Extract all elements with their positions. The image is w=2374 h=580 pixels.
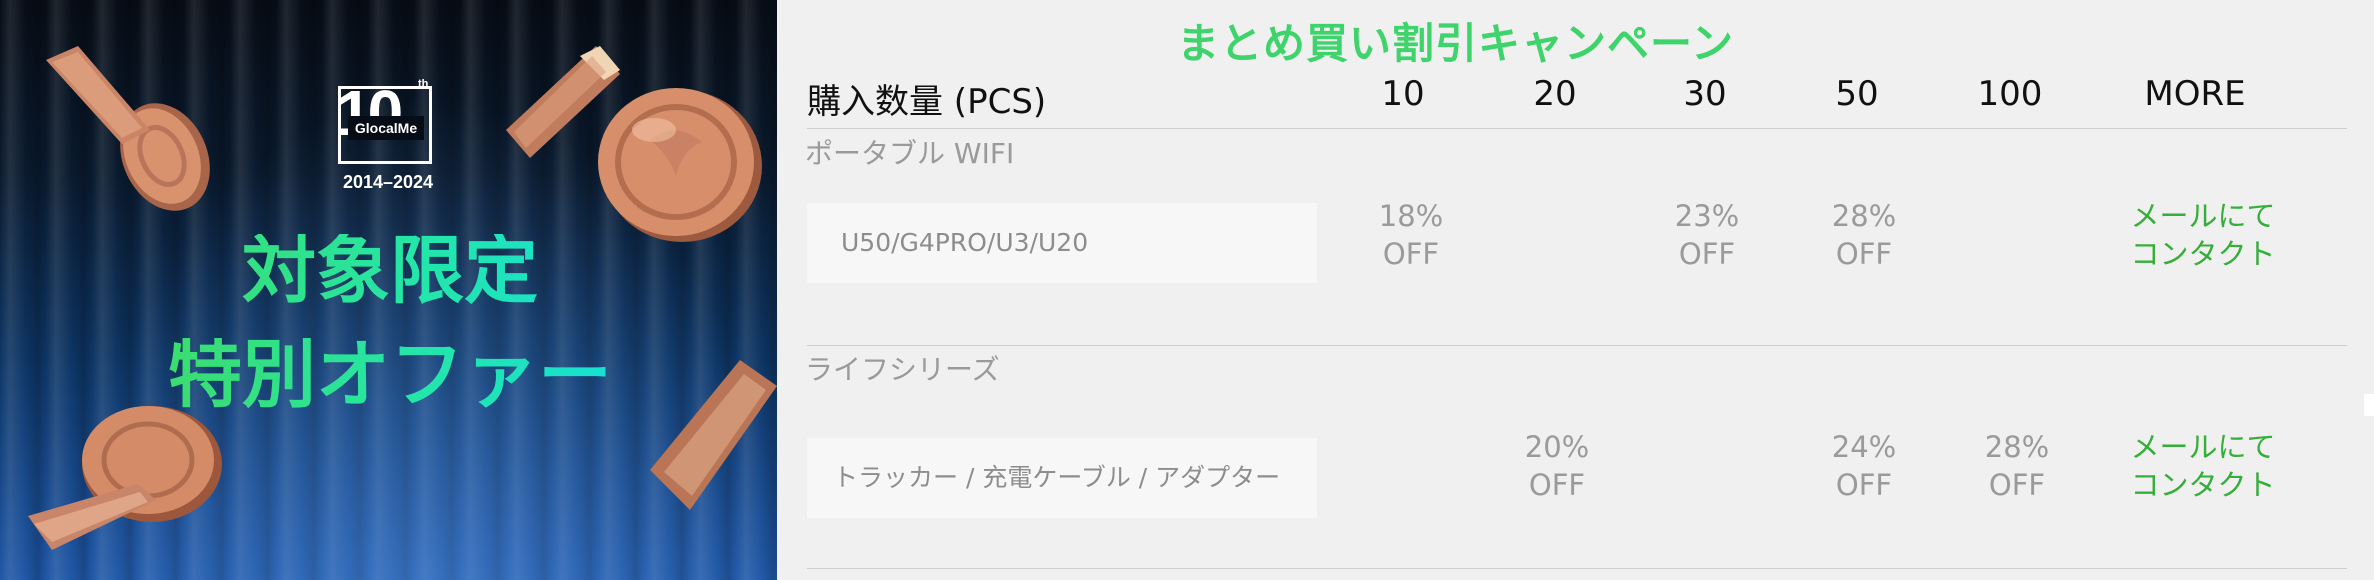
column-header-more: MORE xyxy=(2144,74,2246,114)
discount-off: OFF xyxy=(1528,468,1586,502)
edge-marker xyxy=(2364,394,2374,416)
discount-percent: 18% xyxy=(1378,199,1444,233)
headline-line-2: 特別オファー xyxy=(150,338,630,412)
contact-line-2: コンタクト xyxy=(2130,468,2276,502)
discount-cell-20: 20% OFF xyxy=(1487,428,1627,504)
headline-line-1: 対象限定 xyxy=(150,234,630,308)
column-header-50: 50 xyxy=(1835,74,1879,114)
logo-brand: GlocalMe xyxy=(348,116,424,140)
contact-by-email-link[interactable]: メールにて コンタクト xyxy=(2118,197,2288,273)
bulk-discount-campaign: まとめ買い割引キャンペーン 購入数量 (PCS) 10 20 30 50 100… xyxy=(777,0,2374,580)
discount-cell-100: 28% OFF xyxy=(1947,428,2087,504)
campaign-title: まとめ買い割引キャンペーン xyxy=(1177,19,1734,68)
quantity-header: 購入数量 (PCS) xyxy=(807,82,1047,122)
product-name-cell: トラッカー / 充電ケーブル / アダプター xyxy=(807,438,1317,518)
discount-cell-50: 28% OFF xyxy=(1794,197,1934,273)
discount-percent: 28% xyxy=(1831,199,1897,233)
column-header-100: 100 xyxy=(1977,74,2043,114)
discount-percent: 24% xyxy=(1831,430,1897,464)
discount-percent: 23% xyxy=(1674,199,1740,233)
anniversary-years: 2014–2024 xyxy=(342,172,434,192)
column-header-20: 20 xyxy=(1533,74,1577,114)
discount-cell-30: 23% OFF xyxy=(1637,197,1777,273)
discount-percent: 28% xyxy=(1984,430,2050,464)
section-title-life-series: ライフシリーズ xyxy=(805,353,1000,386)
coin-icon xyxy=(598,88,762,242)
bottom-divider xyxy=(807,568,2347,569)
discount-off: OFF xyxy=(1835,237,1893,271)
ribbon-icon xyxy=(46,46,150,144)
discount-off: OFF xyxy=(1678,237,1736,271)
discount-off: OFF xyxy=(1988,468,2046,502)
product-name-cell: U50/G4PRO/U3/U20 xyxy=(807,203,1317,283)
section-divider xyxy=(807,345,2347,346)
contact-line-2: コンタクト xyxy=(2130,237,2276,271)
discount-off: OFF xyxy=(1835,468,1893,502)
contact-line-1: メールにて xyxy=(2130,430,2276,464)
ribbon-icon xyxy=(650,360,777,510)
contact-line-1: メールにて xyxy=(2130,199,2276,233)
column-header-30: 30 xyxy=(1683,74,1727,114)
discount-off: OFF xyxy=(1382,237,1440,271)
glocalme-10th-logo: 10 th GlocalMe xyxy=(336,77,436,168)
section-title-portable-wifi: ポータブル WIFI xyxy=(805,137,1015,170)
header-divider xyxy=(807,128,2347,129)
promo-banner: 10 th GlocalMe 2014–2024 対象限定 特別オファー xyxy=(0,0,777,580)
discount-cell-10: 18% OFF xyxy=(1341,197,1481,273)
ribbon-icon xyxy=(28,484,156,550)
logo-suffix: th xyxy=(418,78,429,90)
column-header-10: 10 xyxy=(1381,74,1425,114)
discount-cell-50: 24% OFF xyxy=(1794,428,1934,504)
contact-by-email-link[interactable]: メールにて コンタクト xyxy=(2118,428,2288,504)
discount-percent: 20% xyxy=(1524,430,1590,464)
